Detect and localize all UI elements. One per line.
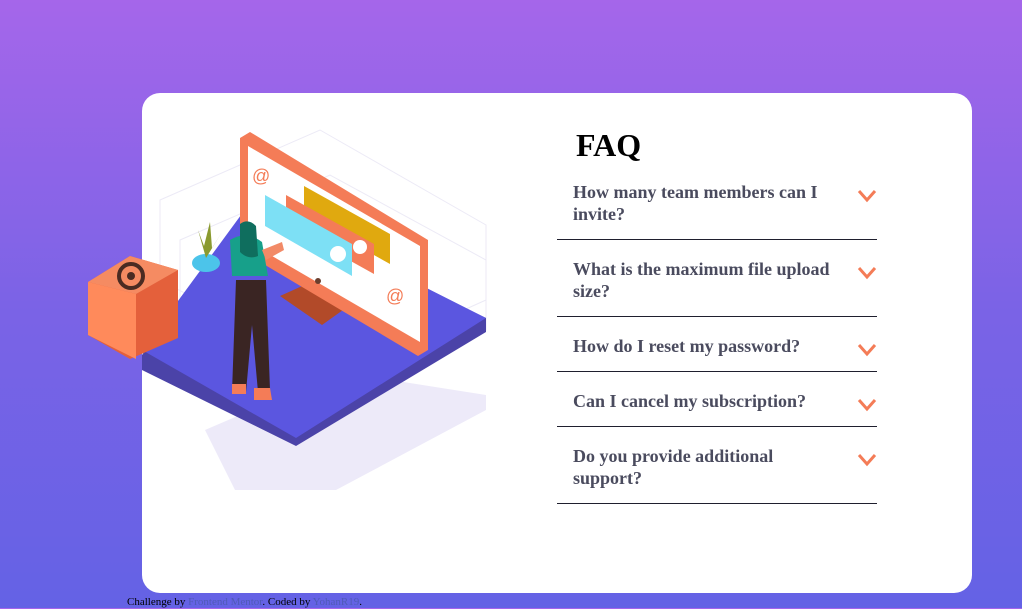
attribution-prefix: Challenge by [127,596,189,608]
faq-title: FAQ [576,127,642,163]
faq-question[interactable]: Can I cancel my subscription? [573,390,843,412]
chevron-down-icon[interactable] [857,453,877,467]
chevron-down-icon[interactable] [857,266,877,280]
frontend-mentor-link[interactable]: Frontend Mentor [188,596,262,608]
faq-item[interactable]: How many team members can I invite? [557,172,877,240]
faq-item[interactable]: How do I reset my password? [557,317,877,372]
faq-question[interactable]: How do I reset my password? [573,335,843,357]
chevron-down-icon[interactable] [857,189,877,203]
faq-item[interactable]: What is the maximum file upload size? [557,240,877,317]
faq-item[interactable]: Do you provide additional support? [557,427,877,504]
faq-item[interactable]: Can I cancel my subscription? [557,372,877,427]
faq-question[interactable]: What is the maximum file upload size? [573,258,843,302]
chevron-down-icon[interactable] [857,398,877,412]
attribution-suffix: . [359,596,362,608]
faq-question[interactable]: How many team members can I invite? [573,181,843,225]
chevron-down-icon[interactable] [857,343,877,357]
author-link[interactable]: YohanR19 [313,596,360,608]
faq-question[interactable]: Do you provide additional support? [573,445,843,489]
attribution-middle: . Coded by [262,596,313,608]
attribution: Challenge by Frontend Mentor. Coded by Y… [127,596,362,609]
faq-list: How many team members can I invite? What… [557,172,877,504]
